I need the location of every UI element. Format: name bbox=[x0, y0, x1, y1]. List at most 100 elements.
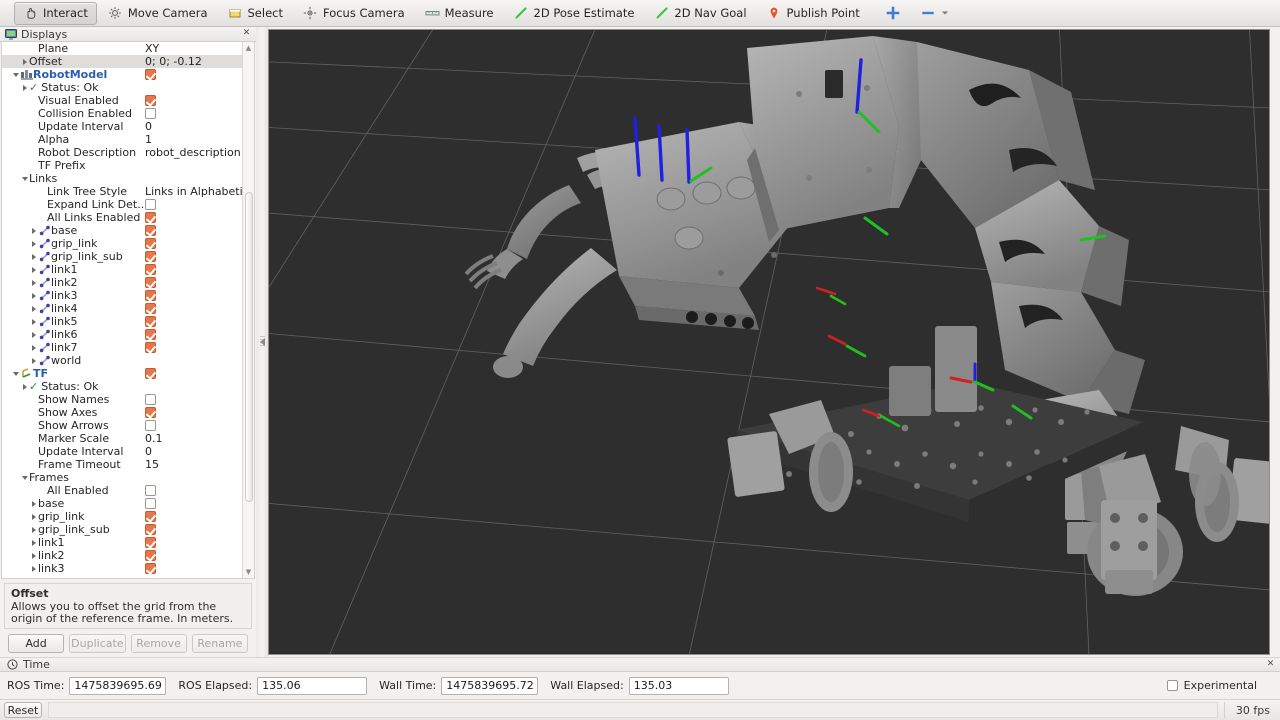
row-checkbox[interactable] bbox=[145, 563, 156, 574]
display-row-value[interactable]: 0; 0; -0.12 bbox=[145, 55, 202, 68]
display-row[interactable]: base bbox=[2, 497, 242, 510]
chevron-right-icon[interactable] bbox=[29, 267, 38, 273]
scrollbar-thumb[interactable] bbox=[245, 192, 253, 502]
chevron-right-icon[interactable] bbox=[29, 293, 38, 299]
display-row[interactable]: link2 bbox=[2, 276, 242, 289]
tool-select[interactable]: Select bbox=[219, 2, 292, 25]
display-row[interactable]: Robot Description robot_description bbox=[2, 146, 242, 159]
row-checkbox[interactable] bbox=[145, 251, 156, 262]
wall-elapsed-input[interactable]: 135.03 bbox=[628, 676, 729, 695]
display-row[interactable]: link3 bbox=[2, 562, 242, 575]
display-row[interactable]: Show Arrows bbox=[2, 419, 242, 432]
chevron-down-icon[interactable] bbox=[20, 476, 29, 480]
row-checkbox[interactable] bbox=[145, 290, 156, 301]
ros-elapsed-input[interactable]: 135.06 bbox=[257, 676, 368, 695]
display-row[interactable]: All Enabled bbox=[2, 484, 242, 497]
display-row[interactable]: Frame Timeout 15 bbox=[2, 458, 242, 471]
display-row[interactable]: Marker Scale 0.1 bbox=[2, 432, 242, 445]
tool-measure[interactable]: Measure bbox=[416, 2, 503, 25]
3d-render-view[interactable] bbox=[268, 29, 1270, 655]
display-row[interactable]: Visual Enabled bbox=[2, 94, 242, 107]
chevron-right-icon[interactable] bbox=[29, 319, 38, 325]
display-row[interactable]: Frames bbox=[2, 471, 242, 484]
display-row-value[interactable]: 0 bbox=[145, 445, 152, 458]
chevron-right-icon[interactable] bbox=[29, 358, 38, 364]
display-row[interactable]: link7 bbox=[2, 341, 242, 354]
scroll-down-icon[interactable]: ▼ bbox=[243, 566, 254, 578]
display-row[interactable]: Update Interval 0 bbox=[2, 120, 242, 133]
row-checkbox[interactable] bbox=[145, 420, 156, 431]
close-icon[interactable]: ✕ bbox=[241, 28, 252, 39]
row-checkbox[interactable] bbox=[145, 69, 156, 80]
collapse-arrow-icon[interactable] bbox=[259, 338, 265, 346]
chevron-down-icon[interactable] bbox=[11, 73, 20, 77]
row-checkbox[interactable] bbox=[145, 238, 156, 249]
display-row-value[interactable]: Links in Alphabetic... bbox=[145, 185, 245, 198]
chevron-right-icon[interactable] bbox=[29, 228, 38, 234]
displays-scrollbar[interactable]: ▲ ▼ bbox=[242, 42, 254, 578]
chevron-right-icon[interactable] bbox=[29, 280, 38, 286]
row-checkbox[interactable] bbox=[145, 524, 156, 535]
row-checkbox[interactable] bbox=[145, 225, 156, 236]
row-checkbox[interactable] bbox=[145, 511, 156, 522]
ros-time-input[interactable]: 1475839695.69 bbox=[69, 676, 167, 695]
display-row-value[interactable]: 1 bbox=[145, 133, 152, 146]
chevron-down-icon[interactable] bbox=[941, 6, 950, 21]
reset-button[interactable]: Reset bbox=[4, 702, 42, 718]
display-row[interactable]: link5 bbox=[2, 315, 242, 328]
display-row[interactable]: Link Tree Style Links in Alphabetic... bbox=[2, 185, 245, 198]
chevron-right-icon[interactable] bbox=[29, 501, 38, 507]
tool-interact[interactable]: Interact bbox=[14, 1, 97, 25]
panel-splitter[interactable] bbox=[256, 27, 268, 657]
row-checkbox[interactable] bbox=[145, 316, 156, 327]
duplicate-button[interactable]: Duplicate bbox=[69, 633, 126, 653]
display-row[interactable]: grip_link_sub bbox=[2, 250, 242, 263]
display-row-value[interactable]: robot_description bbox=[145, 146, 241, 159]
display-row[interactable]: link4 bbox=[2, 302, 242, 315]
display-row[interactable]: Alpha 1 bbox=[2, 133, 242, 146]
chevron-right-icon[interactable] bbox=[29, 306, 38, 312]
row-checkbox[interactable] bbox=[145, 342, 156, 353]
add-tool-button[interactable] bbox=[877, 2, 910, 25]
display-row[interactable]: RobotModel bbox=[2, 68, 242, 81]
display-row[interactable]: link6 bbox=[2, 328, 242, 341]
row-checkbox[interactable] bbox=[145, 264, 156, 275]
chevron-right-icon[interactable] bbox=[20, 85, 29, 91]
display-row[interactable]: Show Axes bbox=[2, 406, 242, 419]
chevron-right-icon[interactable] bbox=[29, 514, 38, 520]
row-checkbox[interactable] bbox=[145, 407, 156, 418]
chevron-right-icon[interactable] bbox=[29, 540, 38, 546]
row-checkbox[interactable] bbox=[145, 550, 156, 561]
display-row[interactable]: Links bbox=[2, 172, 242, 185]
display-row[interactable]: Collision Enabled bbox=[2, 107, 242, 120]
chevron-right-icon[interactable] bbox=[29, 527, 38, 533]
add-button[interactable]: Add bbox=[8, 633, 65, 653]
display-row[interactable]: Update Interval 0 bbox=[2, 445, 242, 458]
chevron-right-icon[interactable] bbox=[20, 59, 29, 65]
chevron-down-icon[interactable] bbox=[11, 372, 20, 376]
display-row[interactable]: link2 bbox=[2, 549, 242, 562]
remove-button[interactable]: Remove bbox=[130, 633, 187, 653]
tool-publish-point[interactable]: Publish Point bbox=[758, 2, 869, 25]
row-checkbox[interactable] bbox=[145, 277, 156, 288]
wall-time-input[interactable]: 1475839695.72 bbox=[441, 676, 539, 695]
row-checkbox[interactable] bbox=[145, 329, 156, 340]
display-row[interactable]: TF bbox=[2, 367, 242, 380]
chevron-right-icon[interactable] bbox=[29, 241, 38, 247]
chevron-right-icon[interactable] bbox=[29, 254, 38, 260]
row-checkbox[interactable] bbox=[145, 485, 156, 496]
experimental-toggle[interactable]: Experimental bbox=[1166, 679, 1273, 692]
chevron-down-icon[interactable] bbox=[20, 177, 29, 181]
scroll-up-icon[interactable]: ▲ bbox=[243, 42, 254, 54]
display-row[interactable]: ✓ Status: Ok bbox=[2, 81, 242, 94]
row-checkbox[interactable] bbox=[145, 303, 156, 314]
row-checkbox[interactable] bbox=[145, 212, 156, 223]
display-row[interactable]: link3 bbox=[2, 289, 242, 302]
display-row[interactable]: ✓ Status: Ok bbox=[2, 380, 242, 393]
display-row[interactable]: All Links Enabled bbox=[2, 211, 242, 224]
tool-2d-pose-estimate[interactable]: 2D Pose Estimate bbox=[505, 2, 644, 25]
display-row-value[interactable]: 0.1 bbox=[145, 432, 163, 445]
row-checkbox[interactable] bbox=[145, 108, 156, 119]
row-checkbox[interactable] bbox=[145, 394, 156, 405]
remove-tool-button[interactable] bbox=[912, 2, 959, 25]
